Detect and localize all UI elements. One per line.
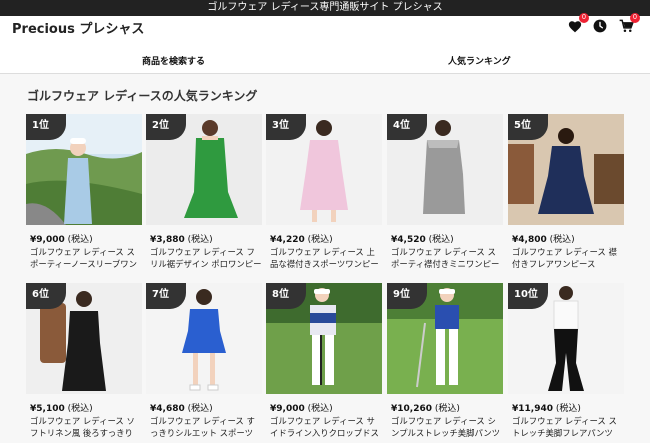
product-price: ¥4,220 (税込) bbox=[270, 235, 333, 245]
product-price: ¥4,800 (税込) bbox=[512, 235, 575, 245]
history-button[interactable] bbox=[592, 18, 608, 34]
rank-tag: 3位 bbox=[266, 114, 306, 140]
wishlist-button[interactable]: 0 bbox=[567, 13, 589, 34]
product-name[interactable]: ゴルフウェア レディース シンプルストレッチ美脚パンツ bbox=[391, 415, 503, 439]
cart-count-badge: 0 bbox=[630, 13, 640, 23]
product-image[interactable]: 1位 bbox=[26, 114, 142, 225]
rank-tag: 6位 bbox=[26, 283, 66, 309]
site-logo[interactable]: Precious プレシャス bbox=[12, 18, 144, 37]
rank-tag: 1位 bbox=[26, 114, 66, 140]
product-name[interactable]: ゴルフウェア レディース ソフトリネン風 後ろすっきり bbox=[30, 415, 142, 439]
product-image[interactable]: 7位 bbox=[146, 283, 262, 394]
rank-tag: 2位 bbox=[146, 114, 186, 140]
product-image[interactable]: 10位 bbox=[508, 283, 624, 394]
rank-tag: 5位 bbox=[508, 114, 548, 140]
section-title: ゴルフウェア レディースの人気ランキング bbox=[27, 89, 258, 103]
rank-tag: 10位 bbox=[508, 283, 548, 309]
product-name[interactable]: ゴルフウェア レディース スポーティ襟付きミニワンピース bbox=[391, 246, 503, 270]
product-name[interactable]: ゴルフウェア レディース すっきりシルエット スポーツ bbox=[150, 415, 262, 439]
announcement-text: ゴルフウェア レディース専門通販サイト プレシャス bbox=[207, 2, 443, 13]
product-image[interactable]: 6位 bbox=[26, 283, 142, 394]
product-image[interactable]: 9位 bbox=[387, 283, 503, 394]
product-price: ¥9,000 (税込) bbox=[30, 235, 93, 245]
product-price: ¥5,100 (税込) bbox=[30, 404, 93, 414]
product-price: ¥10,260 (税込) bbox=[391, 404, 460, 414]
product-image[interactable]: 5位 bbox=[508, 114, 624, 225]
top-announcement-bar: ゴルフウェア レディース専門通販サイト プレシャス bbox=[0, 0, 650, 16]
product-price: ¥4,520 (税込) bbox=[391, 235, 454, 245]
product-image[interactable]: 8位 bbox=[266, 283, 382, 394]
rank-tag: 4位 bbox=[387, 114, 427, 140]
nav-ranking[interactable]: 人気ランキング bbox=[448, 54, 511, 67]
product-name[interactable]: ゴルフウェア レディース フリル裾デザイン ポロワンピース bbox=[150, 246, 262, 270]
product-price: ¥4,680 (税込) bbox=[150, 404, 213, 414]
product-price: ¥11,940 (税込) bbox=[512, 404, 581, 414]
product-name[interactable]: ゴルフウェア レディース 襟付きフレアワンピース bbox=[512, 246, 624, 270]
product-price: ¥9,000 (税込) bbox=[270, 404, 333, 414]
product-name[interactable]: ゴルフウェア レディース ストレッチ美脚フレアパンツ bbox=[512, 415, 624, 439]
product-image[interactable]: 3位 bbox=[266, 114, 382, 225]
rank-tag: 9位 bbox=[387, 283, 427, 309]
site-header: Precious プレシャス 0 0 商品を検索する 人気ランキング bbox=[0, 13, 650, 74]
product-image[interactable]: 4位 bbox=[387, 114, 503, 225]
cart-button[interactable]: 0 bbox=[618, 13, 640, 34]
product-price: ¥3,880 (税込) bbox=[150, 235, 213, 245]
rank-tag: 8位 bbox=[266, 283, 306, 309]
clock-icon bbox=[593, 19, 607, 33]
product-name[interactable]: ゴルフウェア レディース スポーティーノースリーブワンピース bbox=[30, 246, 142, 270]
wishlist-count-badge: 0 bbox=[579, 13, 589, 23]
product-image[interactable]: 2位 bbox=[146, 114, 262, 225]
nav-search-products[interactable]: 商品を検索する bbox=[142, 54, 205, 67]
rank-tag: 7位 bbox=[146, 283, 186, 309]
product-name[interactable]: ゴルフウェア レディース サイドライン入りクロップドス bbox=[270, 415, 382, 439]
product-name[interactable]: ゴルフウェア レディース 上品な襟付きスポーツワンピース bbox=[270, 246, 382, 270]
